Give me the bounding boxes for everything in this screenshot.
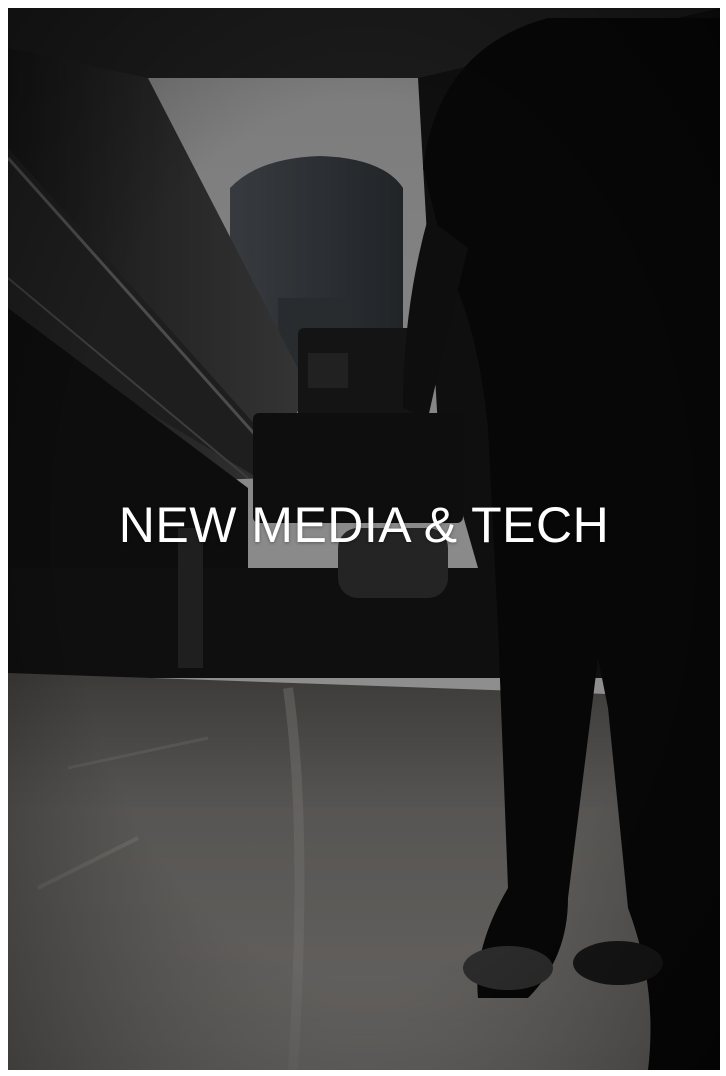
banner-card[interactable]: NEW MEDIA & TECH bbox=[8, 8, 720, 1070]
banner-title: NEW MEDIA & TECH bbox=[118, 497, 610, 553]
